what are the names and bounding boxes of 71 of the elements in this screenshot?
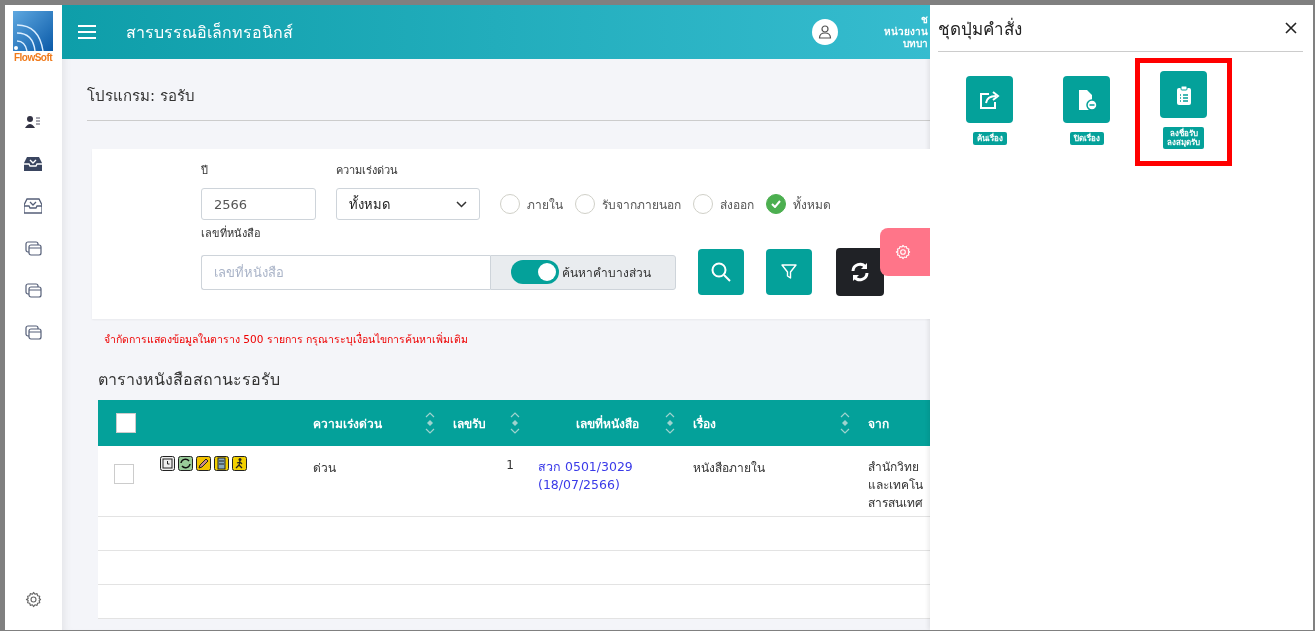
user-icon xyxy=(818,25,832,39)
refresh-icon[interactable] xyxy=(178,456,193,471)
share-icon xyxy=(978,89,1001,110)
clock-icon[interactable] xyxy=(160,456,175,471)
search-field[interactable]: เลขที่หนังสือ xyxy=(201,254,490,290)
windows-icon[interactable] xyxy=(24,240,42,256)
close-icon xyxy=(1285,22,1297,34)
urgency-dropdown[interactable]: ทั้งหมด xyxy=(336,188,480,220)
column-header[interactable]: จาก xyxy=(868,413,889,433)
table-cell-text: หนังสือภายใน xyxy=(692,460,766,477)
panel-title: ชุดปุ่มคำสั่ง xyxy=(938,16,1022,42)
radio-label: ภายใน xyxy=(527,196,563,214)
running-figure-icon[interactable] xyxy=(232,456,247,471)
inbox-icon[interactable] xyxy=(24,198,42,214)
refresh-button[interactable] xyxy=(836,248,884,296)
sort-icon[interactable] xyxy=(510,411,520,435)
user-info: บทบา xyxy=(903,38,928,50)
command-label: ค้นเรื่อง xyxy=(972,132,1007,145)
toggle-switch[interactable] xyxy=(511,260,559,284)
command-button[interactable] xyxy=(1063,76,1110,123)
windows-icon[interactable] xyxy=(24,324,42,340)
menu-icon[interactable] xyxy=(78,25,96,39)
inbox-icon[interactable] xyxy=(24,156,42,172)
page-title: โปรแกรม: รอรับ xyxy=(87,59,930,121)
radio-label: ทั้งหมด xyxy=(793,195,831,214)
select-all-checkbox[interactable] xyxy=(116,413,136,433)
field-label: ปี xyxy=(201,163,209,179)
logo-icon xyxy=(13,11,53,51)
column-header[interactable]: เรื่อง xyxy=(693,413,716,433)
user-avatar[interactable] xyxy=(812,19,838,45)
filter-icon xyxy=(781,264,797,280)
table-cell-text: สำนักวิทย และเทคโน สารสนเทศ xyxy=(867,459,924,512)
notice-text: จำกัดการแสดงข้อมูลในตาราง 500 รายการ กรุณาระบุเงื่อนไขการค้นหาเพิ่มเติม xyxy=(104,331,470,348)
app-title: สารบรรณอิเล็กทรอนิกส์ xyxy=(126,22,293,42)
user-info: ช xyxy=(921,14,928,26)
column-header[interactable]: ความเร่งด่วน xyxy=(313,413,382,433)
search-icon xyxy=(711,262,731,282)
column-header[interactable]: เลขรับ xyxy=(453,413,486,433)
settings-icon[interactable] xyxy=(24,591,42,608)
chevron-down-icon xyxy=(456,200,467,208)
command-label: ปิดเรื่อง xyxy=(1069,132,1104,145)
contacts-icon[interactable] xyxy=(25,115,41,129)
row-checkbox[interactable] xyxy=(114,464,134,484)
refresh-icon xyxy=(850,262,870,282)
toggle-label: ค้นหาคำบางส่วน xyxy=(562,264,651,282)
document-link[interactable]: สวก 0501/3029 (18/07/2566) xyxy=(538,458,669,494)
sort-icon[interactable] xyxy=(665,411,675,435)
command-label: ลงชื่อรับ ลงสมุดรับ xyxy=(1163,127,1204,149)
table-cell-text: ด่วน xyxy=(312,460,337,477)
sort-icon[interactable] xyxy=(840,411,850,435)
field-label: เลขที่หนังสือ xyxy=(201,224,262,242)
search-button[interactable] xyxy=(698,249,744,295)
pencil-icon[interactable] xyxy=(196,456,211,471)
table-cell-text: 1 xyxy=(505,457,515,474)
table-title: ตารางหนังสือสถานะรอรับ xyxy=(98,369,281,391)
user-info: หน่วยงาน xyxy=(884,26,928,38)
sort-icon[interactable] xyxy=(425,411,435,435)
command-button[interactable] xyxy=(966,76,1013,123)
windows-icon[interactable] xyxy=(24,282,42,298)
radio-label: ส่งออก xyxy=(720,196,754,214)
column-header[interactable]: เลขที่หนังสือ xyxy=(576,413,639,433)
filter-button[interactable] xyxy=(766,249,812,295)
check-icon xyxy=(771,200,781,208)
radio-label: รับจากภายนอก xyxy=(602,196,681,214)
document-icon[interactable] xyxy=(214,456,229,471)
year-field[interactable]: 2566 xyxy=(201,188,316,220)
clipboard-icon xyxy=(1175,84,1192,105)
logo-text: FlowSoft xyxy=(13,52,53,63)
command-button[interactable] xyxy=(1160,71,1207,118)
field-label: ความเร่งด่วน xyxy=(336,163,399,179)
radio-button[interactable] xyxy=(766,194,786,214)
